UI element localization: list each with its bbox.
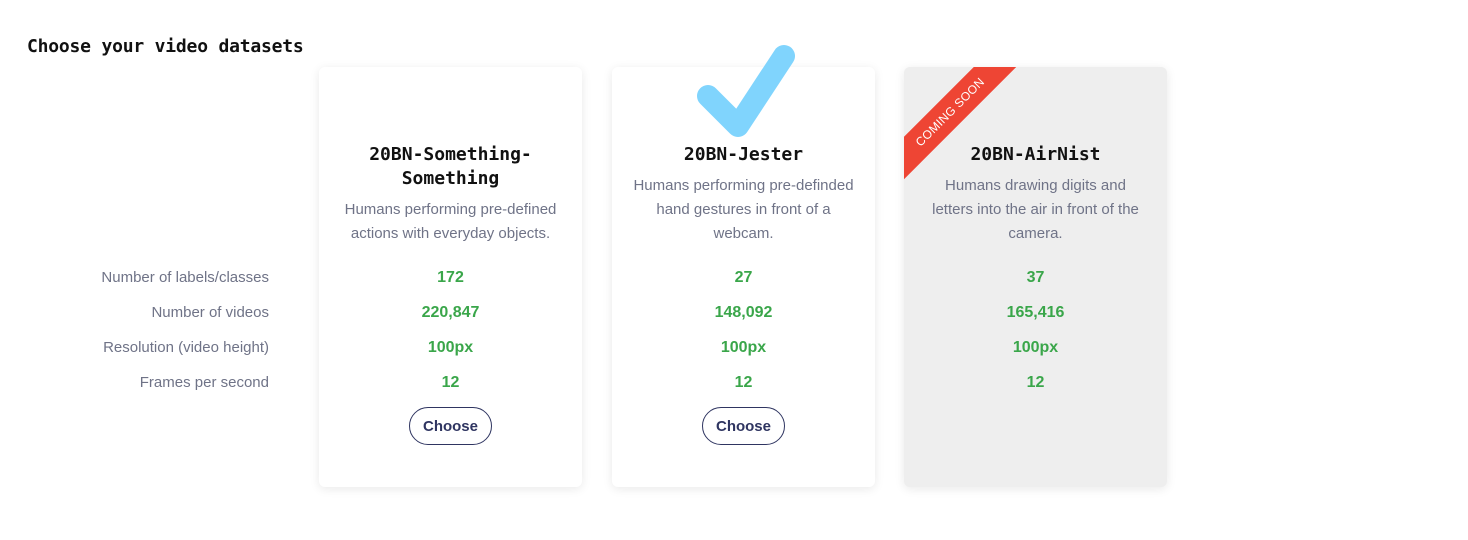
row-label-resolution: Resolution (video height): [103, 339, 269, 356]
stat-videos: 148,092: [714, 304, 773, 321]
dataset-name: 20BN-AirNist: [970, 144, 1101, 165]
stat-classes: 37: [1026, 269, 1045, 286]
dataset-chooser-page: Choose your video datasets Number of lab…: [0, 0, 1468, 540]
stat-resolution: 100px: [720, 339, 767, 356]
stat-resolution: 100px: [427, 339, 474, 356]
dataset-card-something-something[interactable]: 20BN-Something-Something Humans performi…: [319, 67, 582, 487]
stat-resolution: 100px: [1012, 339, 1059, 356]
choose-button[interactable]: Choose: [702, 407, 785, 445]
stat-fps: 12: [1026, 374, 1045, 391]
dataset-description: Humans performing pre-defined actions wi…: [344, 201, 557, 242]
stat-fps: 12: [734, 374, 753, 391]
stat-classes: 172: [437, 269, 464, 286]
stat-videos: 220,847: [421, 304, 480, 321]
stat-videos: 165,416: [1006, 304, 1065, 321]
row-label-videos: Number of videos: [151, 304, 269, 321]
coming-soon-ribbon: COMING SOON: [904, 67, 1025, 187]
dataset-card-airnist: COMING SOON 20BN-AirNist Humans drawing …: [904, 67, 1167, 487]
checkmark-icon: [697, 45, 795, 137]
page-title: Choose your video datasets: [27, 36, 304, 57]
dataset-description: Humans drawing digits and letters into t…: [932, 177, 1139, 242]
dataset-description: Humans performing pre-definded hand gest…: [633, 177, 854, 242]
stat-fps: 12: [441, 374, 460, 391]
row-label-fps: Frames per second: [139, 374, 269, 391]
dataset-name: 20BN-Jester: [683, 144, 804, 165]
stat-classes: 27: [734, 269, 753, 286]
dataset-name: 20BN-Something-Something: [369, 144, 532, 189]
choose-button[interactable]: Choose: [409, 407, 492, 445]
row-label-classes: Number of labels/classes: [101, 269, 269, 286]
